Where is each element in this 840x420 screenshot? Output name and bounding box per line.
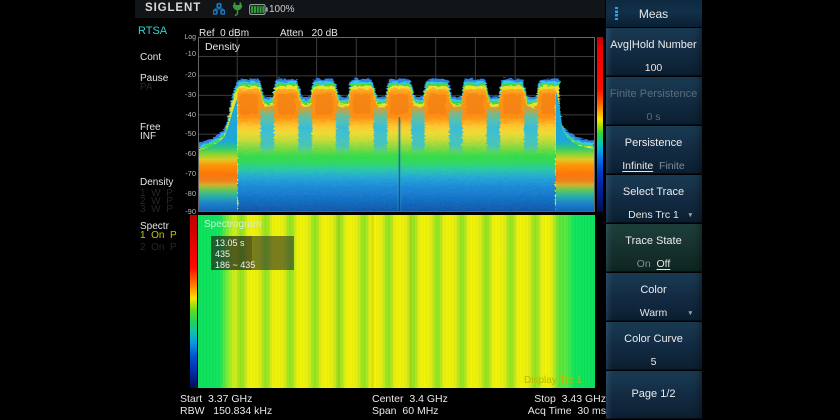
svg-text:Density: Density	[205, 41, 241, 53]
